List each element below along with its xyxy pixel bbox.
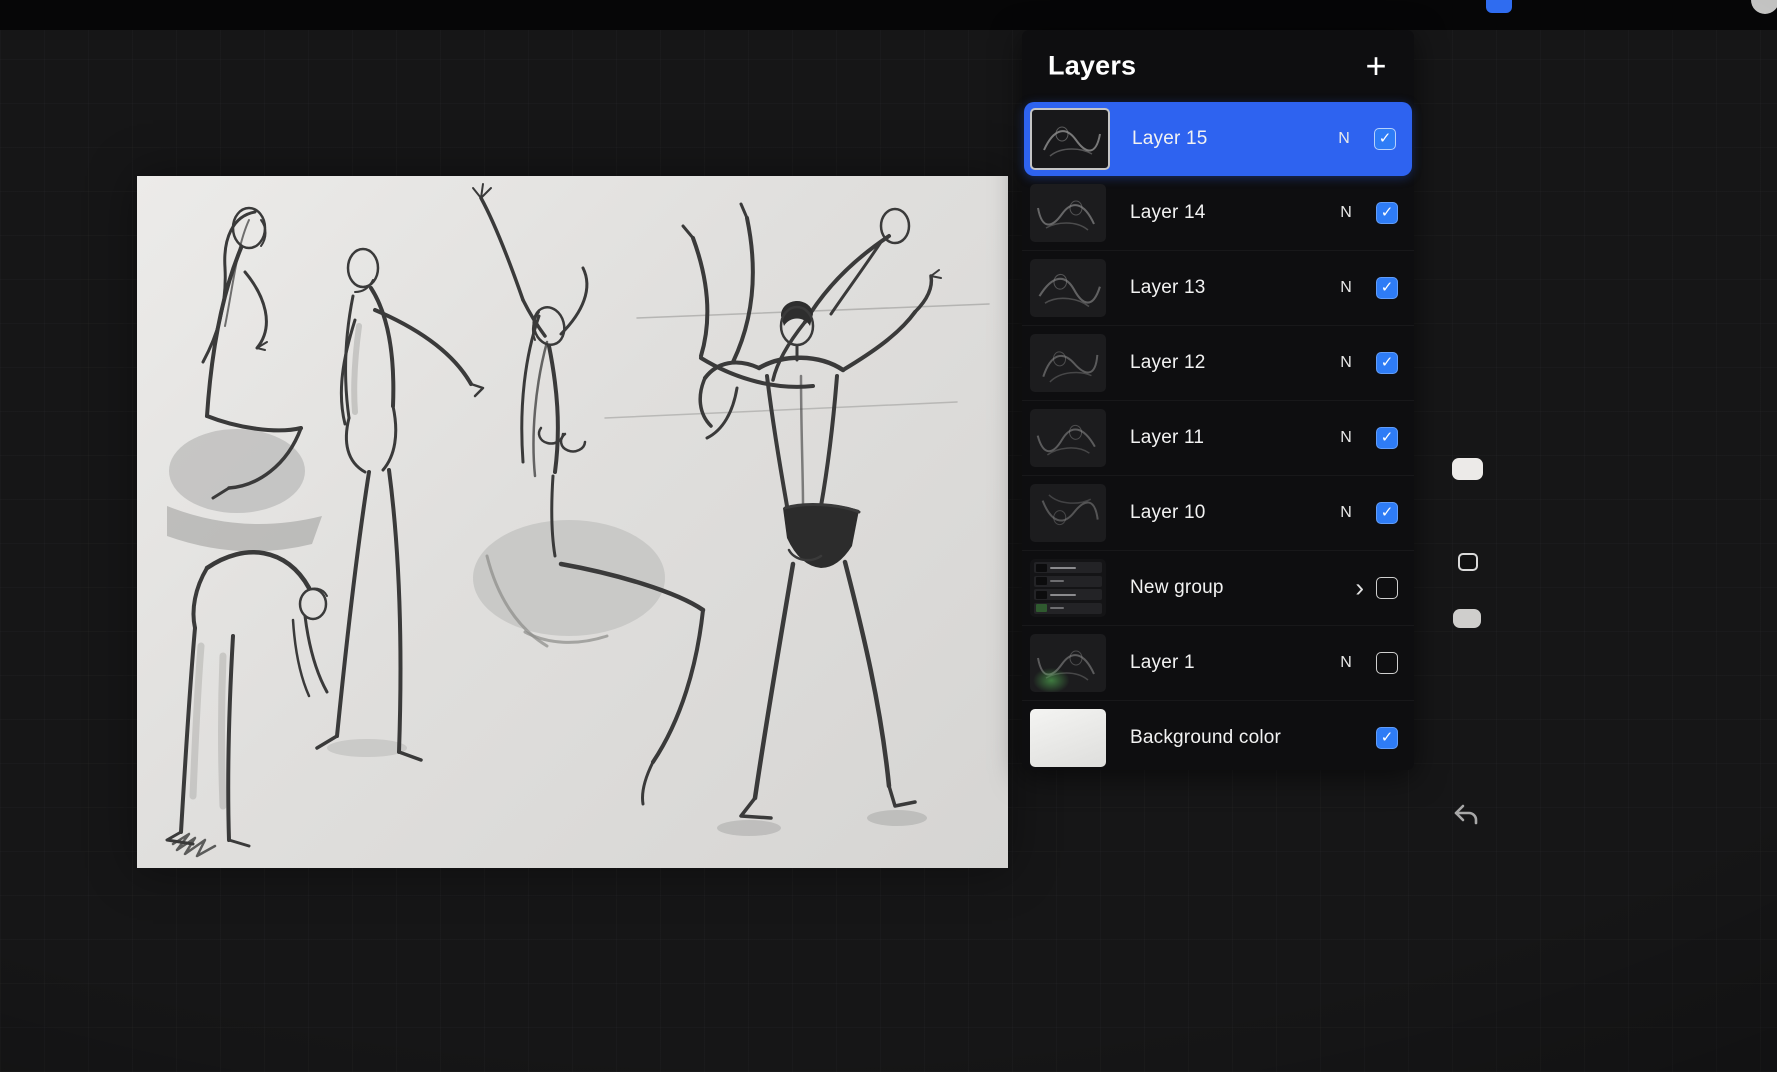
layer-name: Layer 13 — [1130, 277, 1206, 298]
background-color-label: Background color — [1130, 727, 1282, 748]
layer-row-layer-12[interactable]: Layer 12 N ✓ — [1022, 326, 1414, 401]
blend-mode-button[interactable]: N — [1332, 130, 1356, 148]
blend-mode-button[interactable]: N — [1334, 429, 1358, 447]
group-mini-layer — [1034, 602, 1102, 614]
check-icon: ✓ — [1380, 429, 1394, 446]
background-color-thumbnail[interactable] — [1030, 709, 1106, 767]
add-layer-button[interactable]: + — [1354, 44, 1398, 88]
check-icon: ✓ — [1380, 204, 1394, 221]
check-icon: ✓ — [1380, 504, 1394, 521]
layers-panel-header: Layers + — [1022, 30, 1414, 102]
layer-visibility-checkbox[interactable]: ✓ — [1374, 128, 1396, 150]
check-icon: ✓ — [1378, 130, 1392, 147]
blend-mode-button[interactable]: N — [1334, 504, 1358, 522]
layer-list: Layer 15 N ✓ Layer 14 N ✓ Layer 13 N ✓ L… — [1022, 102, 1414, 775]
layer-name: Layer 10 — [1130, 502, 1206, 523]
layer-thumbnail[interactable] — [1030, 409, 1106, 467]
layer-row-layer-15[interactable]: Layer 15 N ✓ — [1024, 102, 1412, 176]
layer-name: Layer 11 — [1130, 427, 1205, 448]
group-mini-layer — [1034, 562, 1102, 573]
layer-visibility-checkbox[interactable]: ✓ — [1376, 352, 1398, 374]
layers-panel: Layers + Layer 15 N ✓ Layer 14 N ✓ Layer… — [1022, 30, 1414, 770]
blend-mode-button[interactable]: N — [1334, 354, 1358, 372]
layer-group-row[interactable]: New group › ✓ — [1022, 551, 1414, 626]
layer-row-layer-13[interactable]: Layer 13 N ✓ — [1022, 251, 1414, 326]
group-thumbnail[interactable] — [1030, 559, 1106, 617]
layer-thumbnail[interactable] — [1030, 108, 1110, 170]
layers-title: Layers — [1048, 50, 1137, 81]
background-visibility-checkbox[interactable]: ✓ — [1376, 727, 1398, 749]
check-icon: ✓ — [1380, 279, 1394, 296]
layer-row-layer-11[interactable]: Layer 11 N ✓ — [1022, 401, 1414, 476]
layer-thumbnail[interactable] — [1030, 634, 1106, 692]
undo-icon — [1454, 804, 1478, 825]
chevron-right-icon[interactable]: › — [1355, 574, 1364, 600]
layer-row-layer-1[interactable]: Layer 1 N ✓ — [1022, 626, 1414, 701]
background-color-row[interactable]: Background color ✓ — [1022, 701, 1414, 775]
layer-thumbnail[interactable] — [1030, 184, 1106, 242]
modify-button[interactable] — [1458, 553, 1478, 571]
brush-size-slider-handle[interactable] — [1452, 458, 1483, 480]
procreate-window: Layers + Layer 15 N ✓ Layer 14 N ✓ Layer… — [0, 0, 1777, 1072]
group-mini-layer — [1034, 589, 1102, 601]
check-icon: ✓ — [1380, 729, 1394, 746]
blend-mode-button[interactable]: N — [1334, 279, 1358, 297]
layer-name: Layer 15 — [1132, 128, 1208, 149]
layer-visibility-checkbox[interactable]: ✓ — [1376, 277, 1398, 299]
group-visibility-checkbox[interactable]: ✓ — [1376, 577, 1398, 599]
layer-row-layer-14[interactable]: Layer 14 N ✓ — [1022, 176, 1414, 251]
color-wheel-icon[interactable] — [1751, 0, 1777, 14]
layer-thumbnail[interactable] — [1030, 334, 1106, 392]
group-name: New group — [1130, 577, 1224, 598]
opacity-slider-handle[interactable] — [1453, 609, 1481, 628]
canvas[interactable] — [137, 176, 1008, 868]
undo-button[interactable] — [1450, 800, 1482, 830]
layer-visibility-checkbox[interactable]: ✓ — [1376, 427, 1398, 449]
layer-thumbnail[interactable] — [1030, 259, 1106, 317]
blend-mode-button[interactable]: N — [1334, 204, 1358, 222]
layer-visibility-checkbox[interactable]: ✓ — [1376, 202, 1398, 224]
layer-visibility-checkbox[interactable]: ✓ — [1376, 652, 1398, 674]
group-mini-layer — [1034, 575, 1102, 587]
layer-thumbnail[interactable] — [1030, 484, 1106, 542]
top-toolbar — [0, 0, 1777, 30]
layer-name: Layer 1 — [1130, 652, 1195, 673]
check-icon: ✓ — [1380, 354, 1394, 371]
sketch-artwork — [165, 183, 990, 858]
layer-visibility-checkbox[interactable]: ✓ — [1376, 502, 1398, 524]
blend-mode-button[interactable]: N — [1334, 654, 1358, 672]
layer-name: Layer 12 — [1130, 352, 1206, 373]
layer-row-layer-10[interactable]: Layer 10 N ✓ — [1022, 476, 1414, 551]
sidebar-controls — [1440, 0, 1500, 1072]
layer-name: Layer 14 — [1130, 202, 1206, 223]
